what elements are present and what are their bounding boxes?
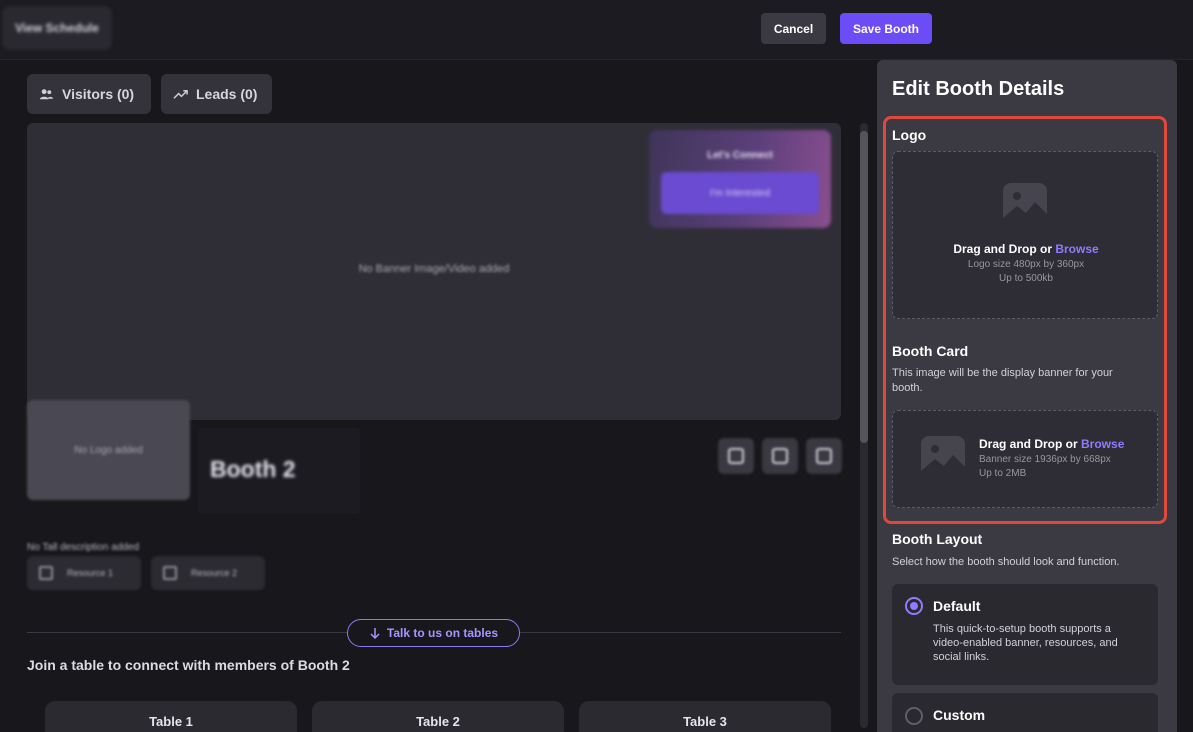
link-icon [39,566,53,580]
talk-to-us-button[interactable]: Talk to us on tables [347,619,520,647]
image-icon [1003,183,1047,225]
option-title: Default [933,598,981,614]
drop-text: Drag and Drop or [979,437,1082,451]
banner-size-hint: Banner size 1936px by 668px [979,454,1111,465]
cta-button[interactable]: I'm Interested [661,172,819,214]
resource-label: Resource 1 [67,568,114,578]
booth-card-description: This image will be the display banner fo… [892,367,1113,394]
trash-icon [772,448,788,464]
option-title: Custom [933,707,986,723]
talk-to-us-label: Talk to us on tables [386,626,499,640]
logo-drop-text: Drag and Drop or Browse Logo size 480px … [893,242,1159,286]
table-card[interactable]: Table 1 [45,701,297,732]
layout-option-default[interactable]: Default This quick-to-setup booth suppor… [892,584,1158,685]
join-table-text: Join a table to connect with members of … [27,657,350,673]
save-booth-button[interactable]: Save Booth [840,13,932,44]
table-card[interactable]: Table 2 [312,701,564,732]
resource-label: Resource 2 [191,568,238,578]
delete-button[interactable] [762,438,798,474]
edit-booth-panel: Edit Booth Details Logo Drag and Drop or… [877,60,1177,732]
logo-size-hint: Logo size 480px by 360px [967,259,1085,270]
banner-limit-hint: Up to 2MB [979,468,1027,479]
browse-link[interactable]: Browse [1081,437,1124,451]
logo-limit-hint: Up to 500kb [999,273,1053,284]
table-card[interactable]: Table 3 [579,701,831,732]
layout-option-custom[interactable]: Custom [892,693,1158,732]
logo-dropzone[interactable]: Drag and Drop or Browse Logo size 480px … [892,151,1158,319]
booth-logo-placeholder: No Logo added [27,400,190,500]
panel-title: Edit Booth Details [892,78,1065,100]
preview-scrollbar[interactable] [860,123,868,728]
drop-text: Drag and Drop or [953,242,1056,256]
banner-preview: No Banner Image/Video added Let's Connec… [27,123,841,420]
booth-layout-description: Select how the booth should look and fun… [892,556,1120,568]
trending-up-icon [173,89,188,99]
users-icon [39,88,54,99]
arrow-down-icon [370,628,380,639]
visitors-tab[interactable]: Visitors (0) [27,74,151,114]
booth-card-drop-text: Drag and Drop or Browse Banner size 1936… [979,437,1124,481]
booth-card-dropzone[interactable]: Drag and Drop or Browse Banner size 1936… [892,410,1158,508]
image-icon [921,436,965,478]
logo-section-label: Logo [892,127,927,143]
visitors-tab-label: Visitors (0) [62,86,135,102]
leads-tab-label: Leads (0) [196,86,258,102]
browse-link[interactable]: Browse [1055,242,1098,256]
scroll-thumb[interactable] [860,131,868,443]
layout-icon [816,448,832,464]
view-schedule-button[interactable]: View Schedule [2,6,112,50]
top-bar: View Schedule Cancel Save Booth [0,0,1193,60]
cancel-button[interactable]: Cancel [761,13,826,44]
cta-title: Let's Connect [707,150,773,161]
resource-chip[interactable]: Resource 1 [27,556,141,590]
booth-layout-label: Booth Layout [892,531,983,547]
radio-unselected[interactable] [905,707,923,725]
booth-name-container: Booth 2 [198,428,360,514]
cta-card: Let's Connect I'm Interested [649,130,831,228]
preview-eye-button[interactable] [718,438,754,474]
resource-chip[interactable]: Resource 2 [151,556,265,590]
option-description: This quick-to-setup booth supports a vid… [933,623,1118,663]
booth-name: Booth 2 [210,456,296,482]
link-icon [163,566,177,580]
layout-button[interactable] [806,438,842,474]
radio-selected[interactable] [905,597,923,615]
booth-description: No Tall description added [27,542,140,553]
leads-tab[interactable]: Leads (0) [161,74,272,114]
banner-placeholder-text: No Banner Image/Video added [358,263,510,275]
booth-card-section-label: Booth Card [892,343,969,359]
eye-icon [728,448,744,464]
